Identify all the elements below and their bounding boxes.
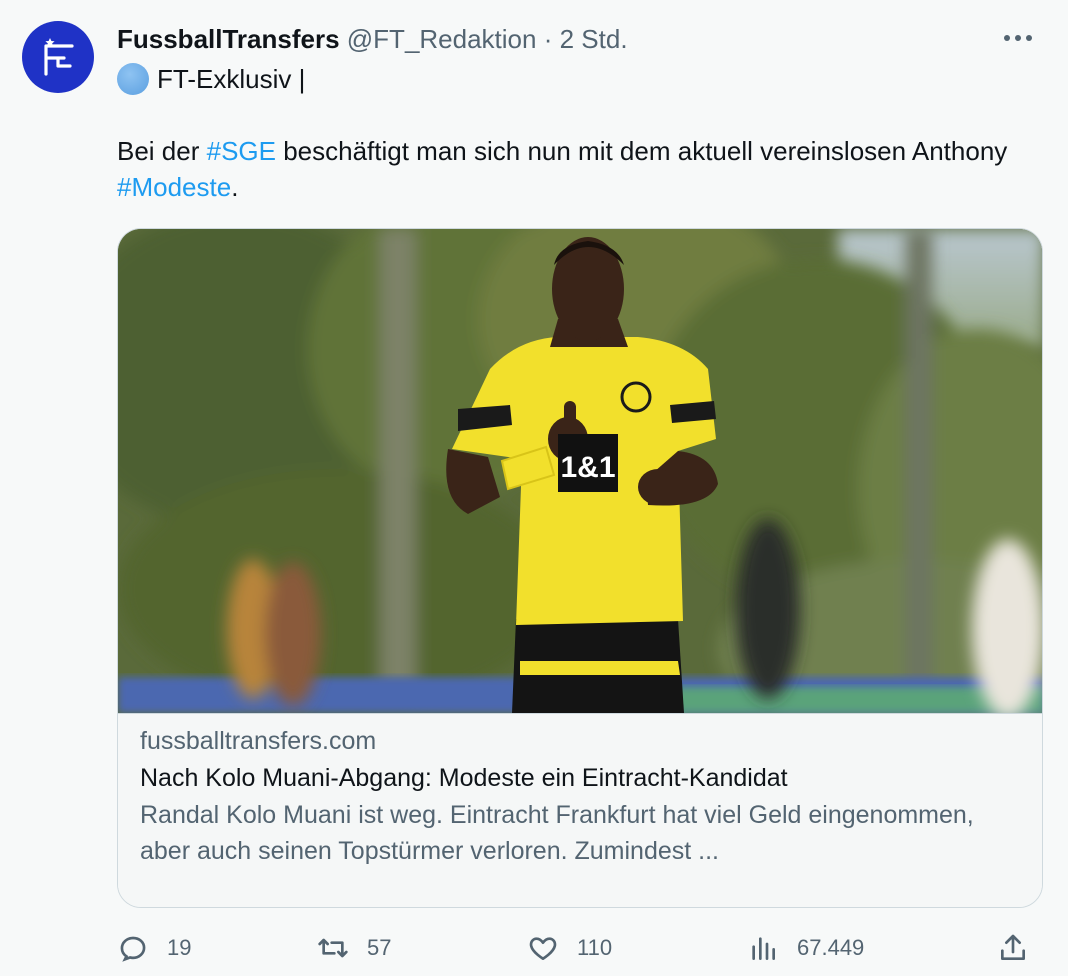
reply-icon [120,936,146,962]
exklusiv-line: FT-Exklusiv | [117,62,305,96]
action-bar: 19 57 110 67.449 [117,926,1043,970]
card-domain: fussballtransfers.com [140,727,377,755]
reply-count: 19 [167,935,192,960]
more-horizontal-icon [1004,35,1032,41]
separator: · [543,24,553,54]
tweet-text-part: Bei der [117,136,207,166]
timestamp[interactable]: 2 Std. [560,24,628,54]
handle[interactable]: @FT_Redaktion [347,24,537,54]
card-meta[interactable]: fussballtransfers.com Nach Kolo Muani-Ab… [118,713,1042,907]
blue-circle-icon [117,63,149,95]
heart-icon [529,937,557,960]
share-icon [1001,934,1025,960]
card-image[interactable]: 1&1 [118,229,1042,713]
exklusiv-text: FT-Exklusiv | [157,64,306,94]
tweet-text: Bei der #SGE beschäftigt man sich nun mi… [117,133,1017,205]
card-title: Nach Kolo Muani-Abgang: Modeste ein Eint… [140,764,788,792]
more-button[interactable] [998,18,1038,58]
views-count: 67.449 [797,935,865,960]
retweet-button[interactable]: 57 [317,926,391,970]
card-description: Randal Kolo Muani ist weg. Eintracht Fra… [140,801,974,865]
retweet-icon [318,938,348,958]
photo-player-running: 1&1 [118,229,1042,713]
avatar[interactable] [22,21,94,93]
link-card[interactable]: 1&1 fussballtransfers.com Nach Kolo Muan… [117,228,1043,908]
display-name[interactable]: FussballTransfers [117,24,340,54]
tweet[interactable]: FussballTransfers @FT_Redaktion · 2 Std.… [0,0,1068,976]
retweet-count: 57 [367,935,392,960]
tweet-header: FussballTransfers @FT_Redaktion · 2 Std. [117,22,988,56]
like-button[interactable]: 110 [527,926,612,970]
analytics-icon [752,937,775,960]
reply-button[interactable]: 19 [117,926,191,970]
sponsor-text: 1&1 [560,451,615,484]
tweet-text-part: beschäftigt man sich nun mit dem aktuell… [275,136,1008,166]
views-button[interactable]: 67.449 [747,926,864,970]
like-count: 110 [577,935,613,960]
hashtag-sge[interactable]: #SGE [207,136,276,166]
tweet-text-part: . [231,172,239,202]
ft-logo-icon [44,38,74,76]
hashtag-modeste[interactable]: #Modeste [117,172,231,202]
share-button[interactable] [997,926,1029,970]
